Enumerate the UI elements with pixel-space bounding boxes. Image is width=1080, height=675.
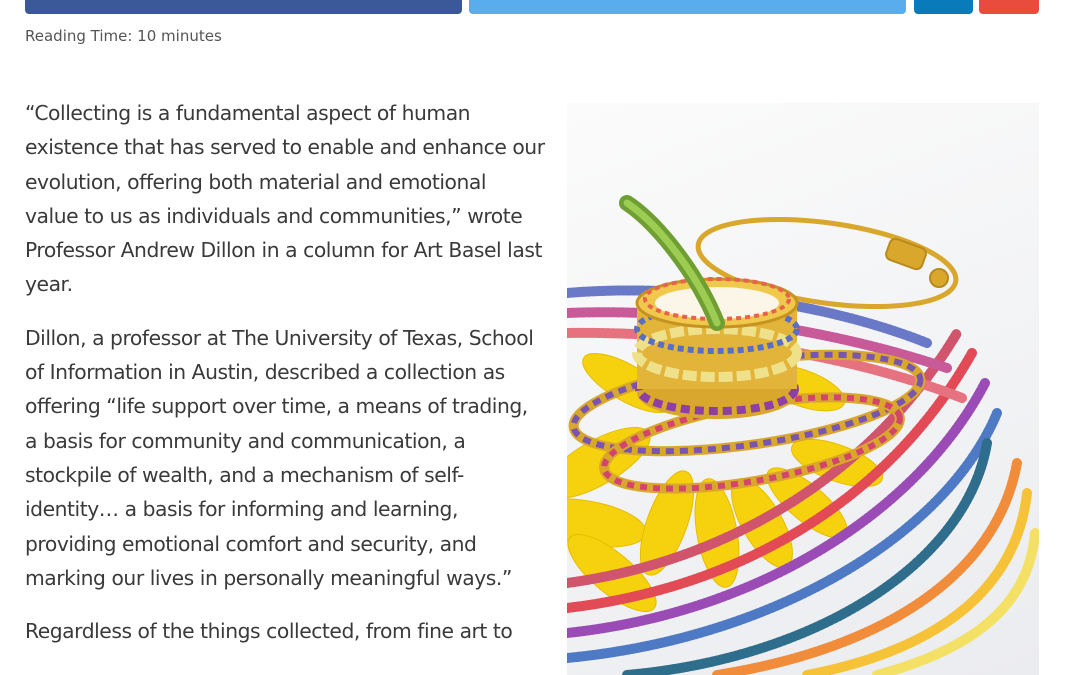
share-bar bbox=[0, 0, 1080, 16]
article-body: “Collecting is a fundamental aspect of h… bbox=[25, 96, 545, 667]
article-paragraph: Dillon, a professor at The University of… bbox=[25, 325, 534, 590]
article-paragraph: Regardless of the things collected, from… bbox=[25, 619, 513, 644]
reading-time: Reading Time: 10 minutes bbox=[25, 27, 222, 45]
facebook-share-button[interactable] bbox=[25, 0, 462, 14]
jewelry-illustration bbox=[567, 195, 1039, 675]
email-share-button[interactable] bbox=[979, 0, 1039, 14]
stacked-rings bbox=[632, 277, 802, 419]
twitter-share-button[interactable] bbox=[469, 0, 906, 14]
jewelry-photo bbox=[567, 103, 1039, 675]
linkedin-share-button[interactable] bbox=[914, 0, 973, 14]
article-paragraph: “Collecting is a fundamental aspect of h… bbox=[25, 101, 545, 297]
